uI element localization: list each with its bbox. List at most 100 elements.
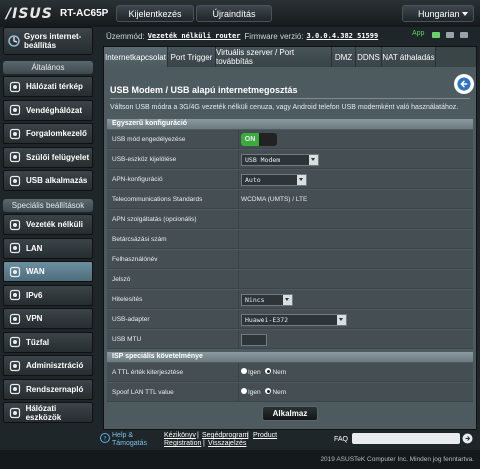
sidebar-item-ipv6[interactable]: IPv6: [3, 284, 93, 306]
sidebar-item-lan[interactable]: LAN: [3, 237, 93, 259]
guest-network-icon: [8, 103, 22, 117]
usb-device-value: USB Modem: [245, 156, 281, 164]
apn-label: APN-konfiguráció: [112, 176, 163, 183]
sidebar-item-traffic-manager[interactable]: Forgalomkezelő: [3, 123, 93, 144]
usb-app-icon: [8, 174, 22, 188]
tab-nat-passthrough[interactable]: NAT áthaladás: [382, 47, 436, 67]
logout-button[interactable]: Kijelentkezés: [116, 5, 194, 22]
back-arrow-icon: [457, 77, 471, 91]
footer: ? Help & Támogatás Kézikönyv | Segédprog…: [96, 430, 480, 450]
usb-mtu-label: USB MTU: [112, 336, 142, 343]
ttl-adjust-label: A TTL érték kiterjesztése: [112, 369, 184, 376]
quick-setup-icon: [8, 34, 20, 48]
usb-mode-row: USB mód engedélyezése ON: [107, 130, 473, 149]
sidebar-item-vpn[interactable]: VPN: [3, 308, 93, 329]
sidebar-item-administration[interactable]: Adminisztráció: [3, 355, 93, 376]
product-registration-link[interactable]: Product: [253, 432, 277, 439]
sidebar-item-wireless[interactable]: Vezeték nélküli: [3, 214, 93, 235]
feedback-link[interactable]: Visszajelzés: [208, 440, 246, 447]
arrow-right-icon: [462, 433, 473, 444]
usb-device-select[interactable]: USB Modem: [241, 154, 319, 166]
sidebar-item-label: Forgalomkezelő: [26, 129, 87, 138]
authentication-label: Hitelesítés: [112, 296, 143, 303]
ttl-no-label: Nem: [272, 369, 287, 376]
main-panel: Internetkapcsolat Port Trigger Virtuális…: [103, 46, 477, 430]
chevron-down-icon: [462, 12, 468, 16]
usb-adapter-label: USB-adapter: [112, 316, 150, 323]
telecom-row: Telecommunications Standards WCDMA (UMTS…: [107, 190, 473, 209]
asus-logo: /ISUS: [6, 6, 53, 22]
usb-mtu-input[interactable]: [241, 334, 267, 346]
spoof-ttl-label: Spoof LAN TTL value: [112, 389, 174, 396]
authentication-row: Hitelesítés Nincs: [107, 290, 473, 309]
reboot-button[interactable]: Újraindítás: [196, 5, 272, 22]
sidebar-item-label: USB alkalmazás: [26, 176, 88, 185]
ttl-adjust-row: A TTL érték kiterjesztése Igen Nem: [107, 363, 473, 382]
help-label: Help &: [112, 432, 134, 439]
usb-mode-toggle[interactable]: ON: [241, 133, 277, 146]
title-divider: [110, 98, 470, 99]
apn-row: APN-konfiguráció Auto: [107, 170, 473, 189]
app-link[interactable]: App: [412, 30, 424, 37]
sidebar-item-label: Hálózati térkép: [26, 82, 83, 91]
sidebar-item-firewall[interactable]: Tűzfal: [3, 331, 93, 353]
utility-link[interactable]: Segédprogram: [202, 432, 248, 439]
wifi-status-icon[interactable]: [446, 32, 454, 38]
sidebar-item-label: Rendszernapló: [26, 384, 84, 394]
language-value: Hungarian: [418, 8, 460, 19]
sidebar-item-network-map[interactable]: Hálózati térkép: [3, 76, 93, 97]
isp-requirements-header: ISP speciális követelménye: [107, 352, 473, 362]
usb-status-icon[interactable]: [460, 32, 468, 38]
sidebar-item-parental-control[interactable]: Szülői felügyelet: [3, 146, 93, 168]
registration-link[interactable]: Registration: [164, 440, 201, 447]
quick-setup-button[interactable]: Gyors internet-beállítás: [3, 27, 93, 55]
usb-adapter-select[interactable]: Huawei-E372: [241, 314, 347, 326]
tab-internet-connection[interactable]: Internetkapcsolat: [104, 47, 168, 67]
tab-virtual-server[interactable]: Virtuális szerver / Port továbbítás: [216, 47, 332, 67]
content-area: USB Modem / USB alapú internetmegosztás …: [107, 69, 474, 427]
page-title: USB Modem / USB alapú internetmegosztás: [110, 85, 298, 95]
username-row: Felhasználónév: [107, 250, 473, 269]
apply-button[interactable]: Alkalmaz: [262, 406, 318, 421]
sidebar-item-label: WAN: [26, 267, 45, 276]
sidebar-item-network-tools[interactable]: Hálózati eszközök: [3, 402, 93, 423]
sidebar-item-usb-app[interactable]: USB alkalmazás: [3, 170, 93, 191]
model-name: RT-AC65P: [60, 8, 109, 19]
tab-port-trigger[interactable]: Port Trigger: [168, 47, 216, 67]
parental-control-icon: [8, 150, 22, 164]
search-go-button[interactable]: [462, 433, 473, 444]
usb-mtu-row: USB MTU: [107, 330, 473, 349]
system-log-icon: [8, 382, 22, 396]
ttl-adjust-no-radio[interactable]: [265, 368, 272, 375]
faq-search-input[interactable]: [352, 433, 460, 444]
authentication-select[interactable]: Nincs: [241, 294, 293, 306]
apn-select[interactable]: Auto: [241, 174, 307, 186]
support-label: Támogatás: [112, 440, 148, 447]
sidebar-item-guest-network[interactable]: Vendéghálózat: [3, 99, 93, 121]
mode-value-link[interactable]: Vezeték nélküli router: [148, 32, 241, 40]
help-icon: ?: [100, 433, 110, 443]
tab-ddns[interactable]: DDNS: [356, 47, 382, 67]
spoof-no-label: Nem: [272, 389, 287, 396]
password-label: Jelszó: [112, 276, 131, 283]
language-select[interactable]: Hungarian: [402, 5, 474, 22]
manual-link[interactable]: Kézikönyv: [164, 432, 196, 439]
copyright-text: 2019 ASUSTeK Computer Inc. Minden jog fe…: [0, 450, 480, 469]
back-button[interactable]: [454, 74, 474, 94]
sidebar-item-wan[interactable]: WAN: [3, 261, 93, 282]
spoof-ttl-no-radio[interactable]: [265, 388, 272, 395]
chevron-down-icon: [337, 315, 346, 325]
tab-dmz[interactable]: DMZ: [332, 47, 356, 67]
sidebar-item-label: VPN: [26, 314, 43, 323]
sidebar-item-system-log[interactable]: Rendszernapló: [3, 378, 93, 400]
sidebar-item-label: Vezeték nélküli: [26, 220, 83, 229]
firmware-version-link[interactable]: 3.0.0.4.382_51599: [307, 32, 379, 40]
telecom-label: Telecommunications Standards: [112, 196, 203, 203]
ttl-adjust-yes-radio[interactable]: [241, 368, 247, 375]
ttl-yes-label: Igen: [248, 369, 261, 376]
chevron-down-icon: [297, 175, 306, 185]
password-row: Jelszó: [107, 270, 473, 289]
apn-service-row: APN szolgáltatás (opcionális): [107, 210, 473, 229]
internet-status-icon[interactable]: [432, 32, 440, 38]
spoof-ttl-yes-radio[interactable]: [241, 388, 247, 395]
